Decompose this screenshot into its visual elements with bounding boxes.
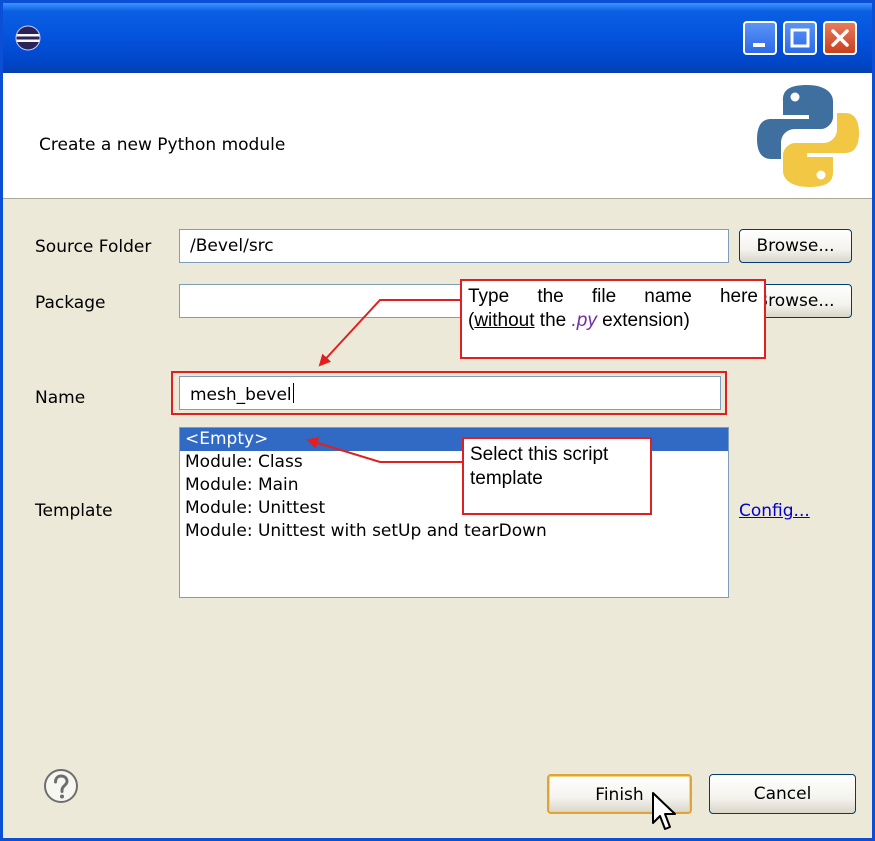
maximize-button[interactable] — [783, 21, 817, 55]
text-caret — [292, 383, 294, 403]
callout-text: the — [534, 310, 572, 331]
callout-text: extension) — [596, 310, 690, 331]
name-callout: Type the file name here (without the .py… — [460, 279, 766, 359]
callout-underlined-text: without — [474, 310, 535, 331]
name-label: Name — [35, 388, 86, 408]
name-callout-line1: Type the file name here — [468, 286, 758, 307]
template-callout: Select this script template — [462, 437, 652, 515]
name-field[interactable]: mesh_bevel — [179, 376, 721, 410]
maximize-icon — [790, 28, 810, 48]
source-folder-field[interactable]: /Bevel/src — [179, 229, 729, 263]
callout-extension-text: .py — [571, 310, 597, 331]
template-label: Template — [35, 501, 113, 521]
close-icon — [831, 29, 849, 47]
mouse-cursor-icon — [652, 792, 676, 830]
dialog-description: Create a new Python module — [39, 135, 286, 155]
name-value: mesh_bevel — [190, 385, 292, 405]
name-callout-line2: (without the .py extension) — [468, 309, 758, 333]
cancel-button[interactable]: Cancel — [709, 774, 856, 814]
title-bar[interactable] — [3, 3, 872, 73]
dialog-header: Create a new Python module — [3, 73, 872, 199]
source-folder-browse-button[interactable]: Browse... — [739, 229, 852, 263]
new-python-module-dialog: Create a new Python module Source Folder… — [0, 0, 875, 841]
help-icon[interactable] — [43, 768, 79, 804]
config-link[interactable]: Config... — [739, 501, 810, 521]
minimize-button[interactable] — [743, 21, 777, 55]
eclipse-icon — [15, 25, 41, 51]
python-logo — [757, 85, 859, 187]
close-button[interactable] — [823, 21, 857, 55]
package-label: Package — [35, 293, 106, 313]
source-folder-label: Source Folder — [35, 237, 152, 257]
template-item-unittest-setup-teardown[interactable]: Module: Unittest with setUp and tearDown — [180, 520, 728, 543]
minimize-icon — [753, 43, 765, 47]
